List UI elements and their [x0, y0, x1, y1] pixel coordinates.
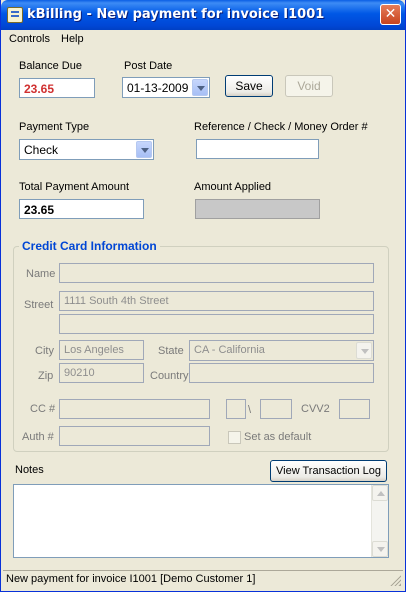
- auth-input[interactable]: [59, 426, 210, 446]
- menu-bar: Controls Help: [1, 30, 405, 48]
- auth-label: Auth #: [22, 431, 54, 443]
- menu-controls[interactable]: Controls: [9, 33, 50, 45]
- payment-type-value: Check: [24, 143, 59, 157]
- payment-type-label: Payment Type: [19, 121, 90, 133]
- total-payment-input[interactable]: 23.65: [19, 199, 144, 219]
- set-default-label: Set as default: [244, 431, 312, 443]
- view-transaction-log-button[interactable]: View Transaction Log: [270, 460, 387, 482]
- payment-window: kBilling - New payment for invoice I1001…: [0, 0, 406, 592]
- zip-label: Zip: [38, 370, 54, 382]
- status-text: New payment for invoice I1001 [Demo Cust…: [6, 573, 256, 585]
- app-ledger-icon: [7, 7, 23, 23]
- payment-type-select[interactable]: Check: [19, 139, 154, 160]
- cc-number-input[interactable]: [59, 399, 210, 419]
- cvv2-label: CVV2: [301, 403, 330, 415]
- post-date-label: Post Date: [124, 60, 173, 72]
- cvv2-input[interactable]: [339, 399, 370, 419]
- amount-applied-label: Amount Applied: [194, 181, 272, 193]
- chevron-down-icon[interactable]: [356, 342, 372, 359]
- credit-card-group-title: Credit Card Information: [19, 239, 160, 253]
- country-input[interactable]: [189, 363, 374, 383]
- post-date-value: 01-13-2009: [127, 81, 189, 95]
- resize-grip-icon[interactable]: [389, 574, 401, 586]
- notes-textarea[interactable]: [13, 484, 389, 558]
- cc-name-input[interactable]: [59, 263, 374, 283]
- menu-help[interactable]: Help: [61, 33, 84, 45]
- title-bar[interactable]: kBilling - New payment for invoice I1001…: [1, 0, 405, 30]
- city-label: City: [35, 345, 54, 357]
- zip-input[interactable]: 90210: [59, 363, 144, 383]
- street-line2-input[interactable]: [59, 314, 374, 334]
- cc-name-label: Name: [26, 268, 56, 280]
- reference-input[interactable]: [196, 139, 319, 159]
- notes-scrollbar[interactable]: [371, 485, 388, 557]
- chevron-down-icon[interactable]: [136, 141, 152, 158]
- void-button[interactable]: Void: [285, 75, 333, 97]
- total-payment-label: Total Payment Amount: [19, 181, 130, 193]
- exp-separator: \: [248, 404, 252, 416]
- close-icon: ✕: [384, 6, 397, 22]
- window-title: kBilling - New payment for invoice I1001: [27, 7, 325, 22]
- balance-due-label: Balance Due: [19, 60, 82, 72]
- save-button[interactable]: Save: [225, 75, 273, 97]
- balance-due-field[interactable]: 23.65: [19, 78, 95, 98]
- scroll-down-icon[interactable]: [372, 541, 388, 557]
- cc-exp-year-input[interactable]: [260, 399, 292, 419]
- state-label: State: [158, 345, 184, 357]
- amount-applied-field: [195, 199, 320, 219]
- street-label: Street: [24, 299, 54, 311]
- country-label: Country: [150, 370, 189, 382]
- street-line1-input[interactable]: 1111 South 4th Street: [59, 291, 374, 311]
- total-payment-value: 23.65: [24, 203, 55, 217]
- scroll-up-icon[interactable]: [372, 485, 388, 501]
- cc-number-label: CC #: [30, 403, 56, 415]
- set-default-checkbox[interactable]: [228, 431, 241, 444]
- close-button[interactable]: ✕: [380, 4, 401, 25]
- notes-label: Notes: [15, 464, 44, 476]
- cc-exp-month-input[interactable]: [226, 399, 246, 419]
- balance-due-value: 23.65: [24, 82, 55, 96]
- post-date-picker[interactable]: 01-13-2009: [122, 77, 210, 98]
- chevron-down-icon[interactable]: [192, 79, 208, 96]
- state-select[interactable]: CA - California: [189, 340, 374, 361]
- city-input[interactable]: Los Angeles: [59, 340, 144, 360]
- reference-label: Reference / Check / Money Order #: [194, 121, 368, 133]
- status-bar: New payment for invoice I1001 [Demo Cust…: [3, 570, 403, 588]
- state-value: CA - California: [194, 344, 265, 356]
